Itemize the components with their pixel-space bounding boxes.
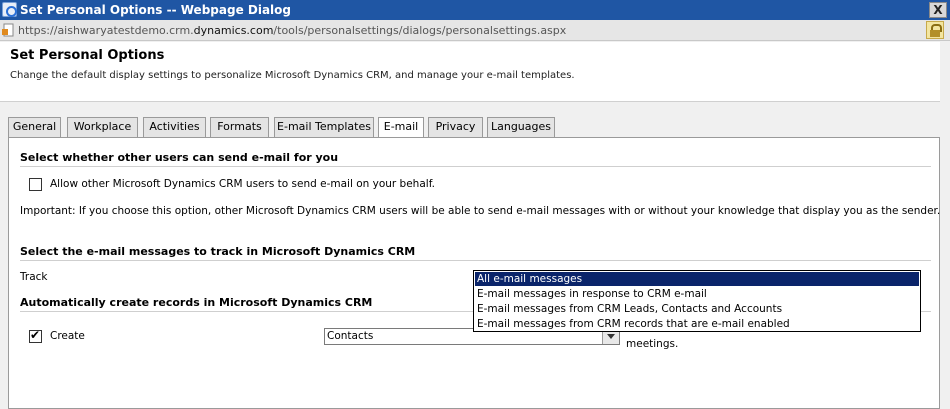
page-description: Change the default display settings to p…	[10, 70, 575, 81]
section-divider	[20, 166, 931, 167]
url-scheme: https://	[18, 24, 58, 37]
create-record-type-value: Contacts	[327, 330, 374, 342]
track-option[interactable]: E-mail messages in response to CRM e-mai…	[475, 287, 919, 301]
track-dropdown-list[interactable]: All e-mail messages E-mail messages in r…	[473, 270, 921, 332]
track-option[interactable]: All e-mail messages	[475, 272, 919, 286]
track-option[interactable]: E-mail messages from CRM records that ar…	[475, 317, 919, 331]
tab-activities[interactable]: Activities	[143, 117, 206, 137]
url-path: /tools/personalsettings/dialogs/personal…	[273, 24, 567, 37]
address-bar: https://aishwaryatestdemo.crm.dynamics.c…	[0, 20, 950, 41]
important-note: Important: If you choose this option, ot…	[20, 205, 941, 217]
scroll-edge	[940, 42, 950, 409]
page-title: Set Personal Options	[10, 48, 165, 63]
tab-formats[interactable]: Formats	[210, 117, 269, 137]
dialog-header: Set Personal Options Change the default …	[0, 42, 940, 102]
url-host-prefix: aishwaryatestdemo.crm.	[57, 24, 194, 37]
tab-workplace[interactable]: Workplace	[67, 117, 138, 137]
title-bar: Set Personal Options -- Webpage Dialog X	[0, 0, 950, 20]
create-note-tail: meetings.	[626, 338, 679, 350]
ie-icon	[2, 2, 17, 17]
allow-send-on-behalf-label: Allow other Microsoft Dynamics CRM users…	[50, 178, 435, 190]
page-icon	[2, 23, 14, 37]
track-option[interactable]: E-mail messages from CRM Leads, Contacts…	[475, 302, 919, 316]
url-field[interactable]: https://aishwaryatestdemo.crm.dynamics.c…	[18, 23, 566, 38]
window-title: Set Personal Options -- Webpage Dialog	[20, 3, 292, 17]
tab-email-templates[interactable]: E-mail Templates	[274, 117, 374, 137]
create-records-label: Create	[50, 330, 85, 342]
allow-send-on-behalf-checkbox[interactable]	[29, 178, 42, 191]
tab-general[interactable]: General	[8, 117, 61, 137]
section-send-email-title: Select whether other users can send e-ma…	[20, 151, 339, 164]
url-host: dynamics.com	[193, 24, 274, 37]
section-track-title: Select the e-mail messages to track in M…	[20, 245, 416, 258]
tab-email[interactable]: E-mail	[378, 117, 424, 138]
section-auto-create-title: Automatically create records in Microsof…	[20, 296, 373, 309]
create-records-checkbox[interactable]	[29, 328, 42, 343]
tab-privacy[interactable]: Privacy	[428, 117, 483, 137]
lock-icon[interactable]	[926, 21, 944, 39]
close-button[interactable]: X	[929, 2, 947, 18]
track-label: Track	[20, 271, 48, 283]
section-divider	[20, 260, 931, 261]
tab-languages[interactable]: Languages	[487, 117, 555, 137]
